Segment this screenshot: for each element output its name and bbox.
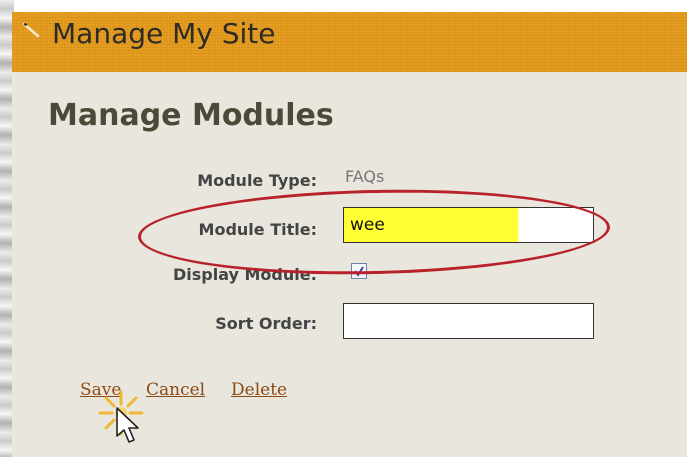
sort-order-input[interactable] [343,303,594,339]
page-title: Manage Modules [48,98,334,133]
site-header-title: Manage My Site [52,17,276,50]
pencil-icon [22,22,40,38]
module-title-input[interactable] [343,207,594,243]
module-type-value: FAQs [345,167,385,186]
display-module-checkbox[interactable] [351,263,367,279]
sort-order-label: Sort Order: [215,314,317,333]
delete-link[interactable]: Delete [231,380,287,400]
mouse-cursor-icon [116,407,139,443]
module-title-label: Module Title: [198,220,317,239]
checkmark-icon [354,266,364,277]
cancel-link[interactable]: Cancel [146,380,205,400]
display-module-label: Display Module: [172,265,317,284]
module-type-label: Module Type: [197,171,317,190]
